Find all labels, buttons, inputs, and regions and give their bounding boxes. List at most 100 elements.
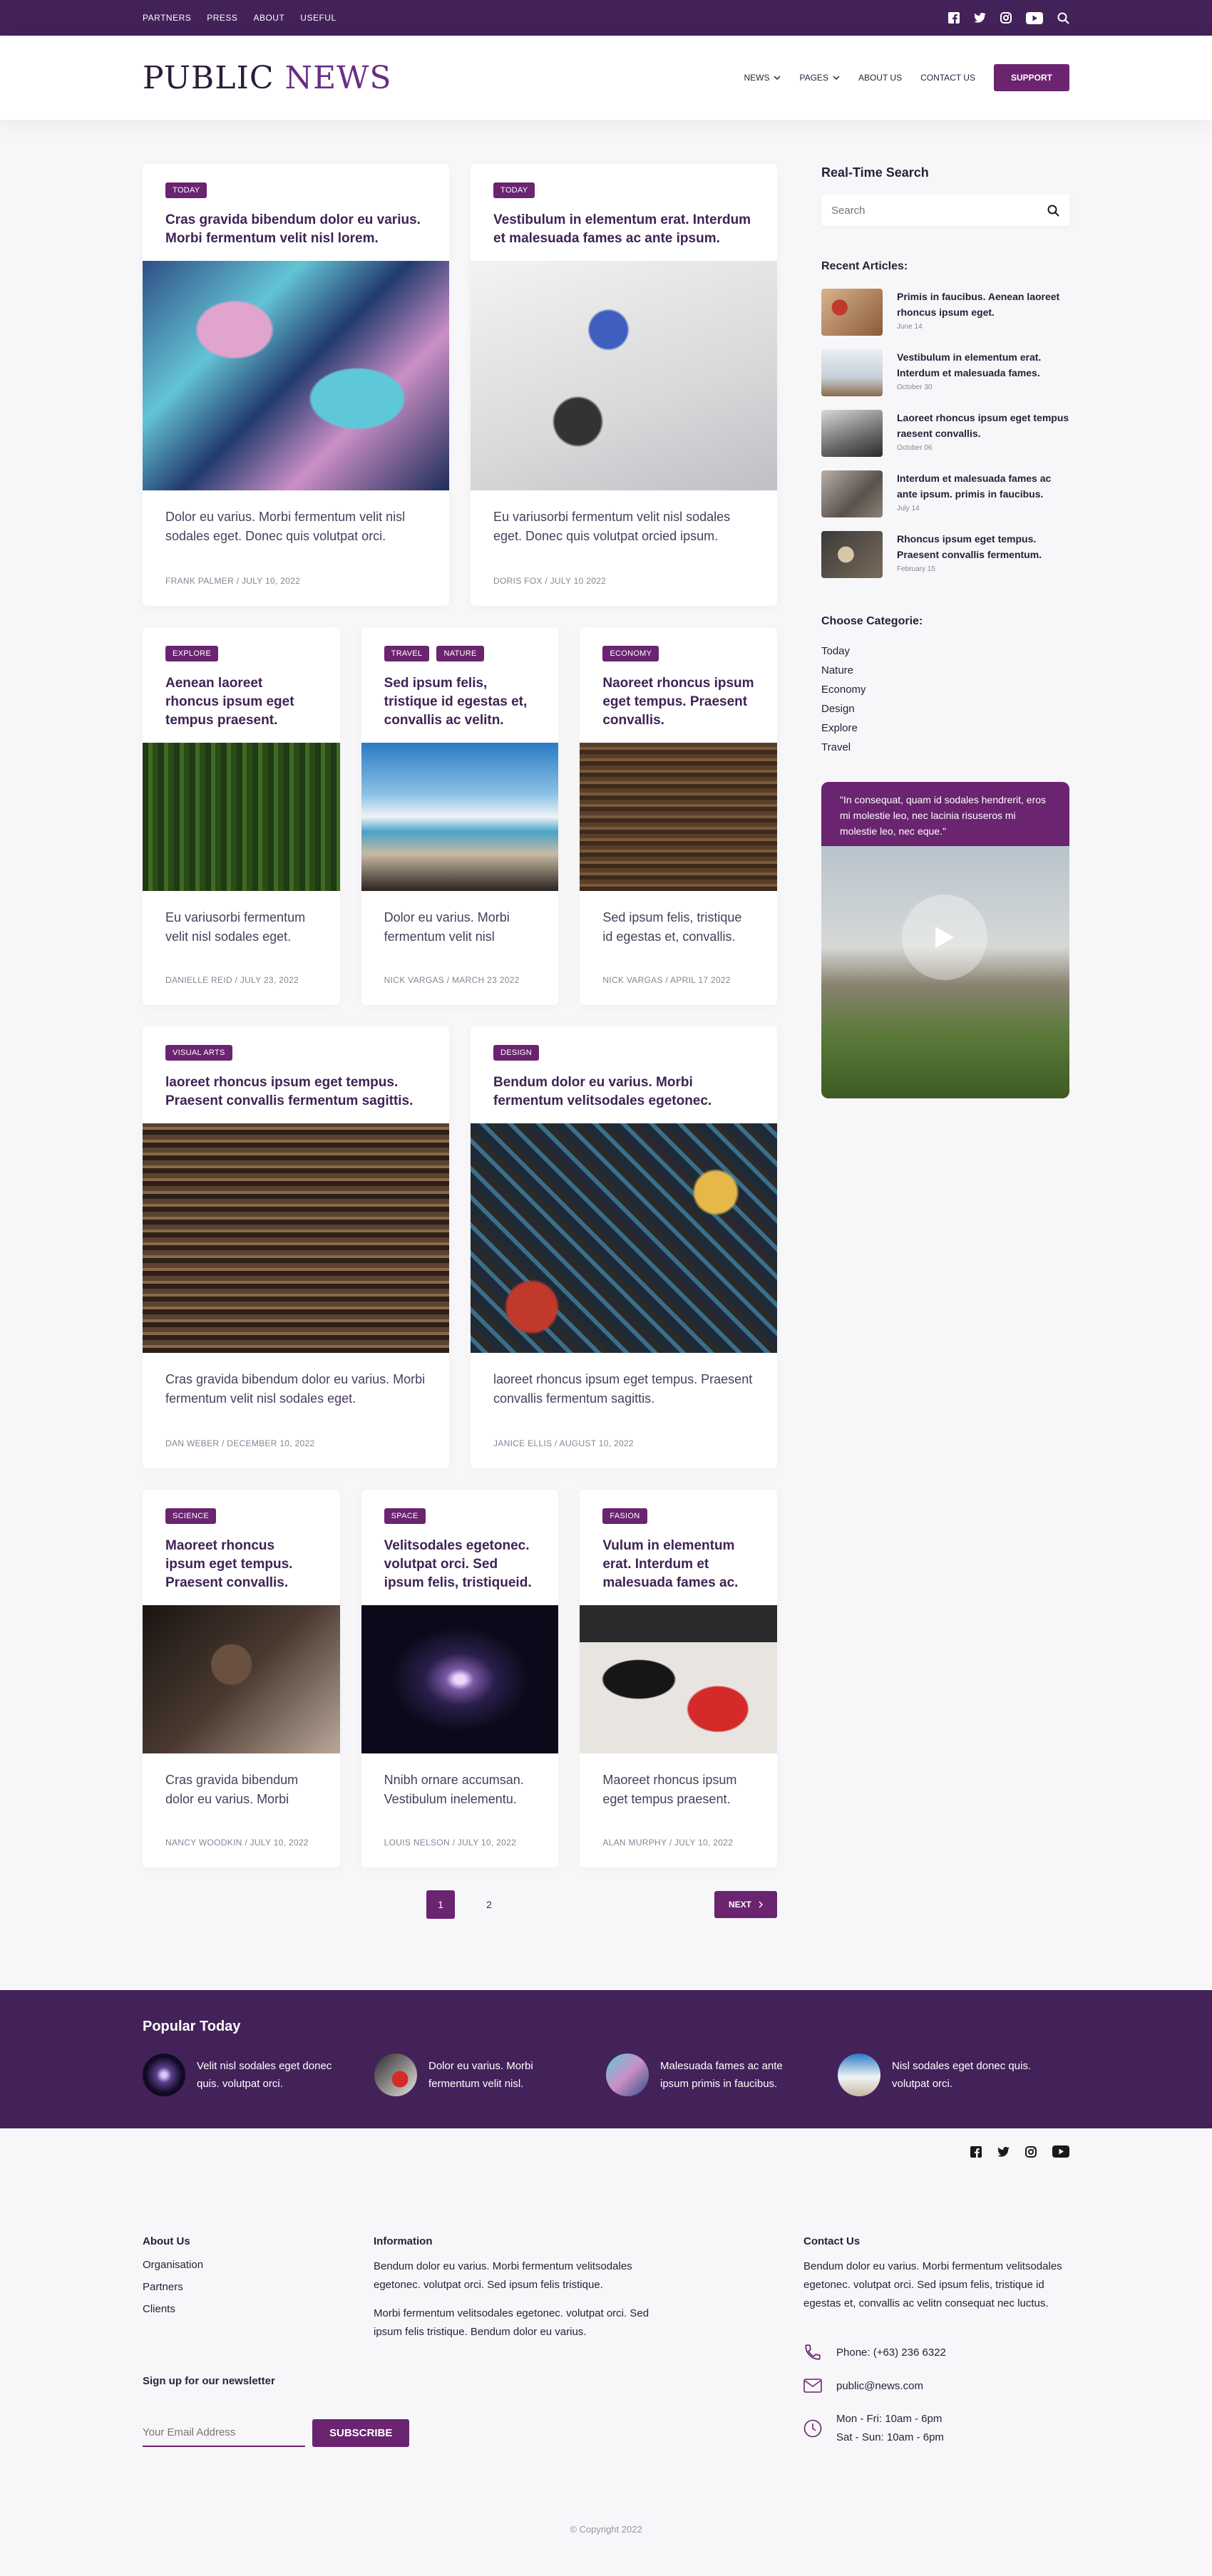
twitter-icon[interactable] [997,2145,1010,2158]
popular-thumbnail[interactable] [143,2054,185,2096]
nav-item-about-us[interactable]: ABOUT US [858,73,902,83]
article-title[interactable]: Naoreet rhoncus ipsum eget tempus. Praes… [602,674,754,743]
newsletter-email-input[interactable] [143,2418,305,2447]
category-link[interactable]: Economy [821,684,1069,696]
article-card[interactable]: VISUAL ARTS laoreet rhoncus ipsum eget t… [143,1026,449,1468]
popular-item[interactable]: Malesuada fames ac ante ipsum primis in … [606,2054,838,2096]
nav-item-pages[interactable]: PAGES [799,73,840,83]
email-text[interactable]: public@news.com [836,2380,923,2392]
facebook-icon[interactable] [970,2145,982,2158]
popular-item[interactable]: Velit nisl sodales eget donec quis. volu… [143,2054,374,2096]
article-image[interactable] [361,1605,559,1753]
article-card[interactable]: EXPLORE Aenean laoreet rhoncus ipsum ege… [143,627,340,1005]
site-logo[interactable]: PUBLIC NEWS [143,60,392,96]
recent-article[interactable]: Vestibulum in elementum erat. Interdum e… [821,349,1069,396]
category-link[interactable]: Today [821,645,1069,657]
popular-thumbnail[interactable] [606,2054,649,2096]
category-tag[interactable]: SCIENCE [165,1508,216,1524]
article-card[interactable]: DESIGN Bendum dolor eu varius. Morbi fer… [471,1026,777,1468]
recent-thumbnail[interactable] [821,531,883,578]
article-image[interactable] [471,1123,777,1353]
popular-item-text[interactable]: Nisl sodales eget donec quis. volutpat o… [892,2057,1034,2093]
recent-title[interactable]: Vestibulum in elementum erat. Interdum e… [897,349,1069,381]
article-card[interactable]: TODAY Cras gravida bibendum dolor eu var… [143,164,449,606]
nav-item-contact-us[interactable]: CONTACT US [920,73,975,83]
article-title[interactable]: laoreet rhoncus ipsum eget tempus. Praes… [165,1073,426,1123]
popular-thumbnail[interactable] [838,2054,880,2096]
category-link[interactable]: Travel [821,741,1069,753]
article-card[interactable]: ECONOMY Naoreet rhoncus ipsum eget tempu… [580,627,778,1005]
recent-title[interactable]: Interdum et malesuada fames ac ante ipsu… [897,470,1069,502]
article-title[interactable]: Cras gravida bibendum dolor eu varius. M… [165,211,426,261]
search-icon[interactable] [1057,12,1069,24]
recent-thumbnail[interactable] [821,410,883,457]
top-link-useful[interactable]: USEFUL [300,13,336,23]
category-link[interactable]: Nature [821,664,1069,676]
category-tag[interactable]: TRAVEL [384,646,430,661]
popular-item[interactable]: Dolor eu varius. Morbi fermentum velit n… [374,2054,606,2096]
recent-article[interactable]: Interdum et malesuada fames ac ante ipsu… [821,470,1069,517]
article-image[interactable] [143,1123,449,1353]
recent-thumbnail[interactable] [821,289,883,336]
article-image[interactable] [143,1605,340,1753]
article-title[interactable]: Maoreet rhoncus ipsum eget tempus. Praes… [165,1537,317,1605]
article-image[interactable] [361,743,559,891]
facebook-icon[interactable] [948,12,960,24]
youtube-icon[interactable] [1026,11,1043,24]
twitter-icon[interactable] [974,13,986,23]
article-title[interactable]: Vulum in elementum erat. Interdum et mal… [602,1537,754,1605]
category-tag[interactable]: TODAY [165,182,207,198]
article-card[interactable]: SCIENCE Maoreet rhoncus ipsum eget tempu… [143,1490,340,1867]
footer-link-partners[interactable]: Partners [143,2281,203,2293]
recent-article[interactable]: Primis in faucibus. Aenean laoreet rhonc… [821,289,1069,336]
recent-title[interactable]: Rhoncus ipsum eget tempus. Praesent conv… [897,531,1069,562]
article-title[interactable]: Bendum dolor eu varius. Morbi fermentum … [493,1073,754,1123]
instagram-icon[interactable] [1025,2145,1037,2158]
article-card[interactable]: TRAVEL NATURE Sed ipsum felis, tristique … [361,627,559,1005]
popular-item-text[interactable]: Velit nisl sodales eget donec quis. volu… [197,2057,339,2093]
category-tag[interactable]: ECONOMY [602,646,659,661]
category-tag[interactable]: DESIGN [493,1045,539,1061]
search-icon[interactable] [1047,205,1059,217]
article-card[interactable]: SPACE Velitsodales egetonec. volutpat or… [361,1490,559,1867]
article-card[interactable]: FASION Vulum in elementum erat. Interdum… [580,1490,778,1867]
nav-item-news[interactable]: NEWS [744,73,781,83]
popular-item-text[interactable]: Dolor eu varius. Morbi fermentum velit n… [428,2057,571,2093]
recent-article[interactable]: Laoreet rhoncus ipsum eget tempus raesen… [821,410,1069,457]
recent-article[interactable]: Rhoncus ipsum eget tempus. Praesent conv… [821,531,1069,578]
category-tag[interactable]: SPACE [384,1508,426,1524]
video-thumbnail[interactable] [821,846,1069,1098]
next-page-button[interactable]: NEXT [714,1891,777,1918]
category-tag[interactable]: VISUAL ARTS [165,1045,232,1061]
youtube-icon[interactable] [1052,2145,1069,2158]
support-button[interactable]: SUPPORT [993,64,1069,91]
page-1-button[interactable]: 1 [426,1890,455,1919]
footer-link-clients[interactable]: Clients [143,2303,203,2315]
recent-title[interactable]: Primis in faucibus. Aenean laoreet rhonc… [897,289,1069,320]
popular-item-text[interactable]: Malesuada fames ac ante ipsum primis in … [660,2057,803,2093]
phone-text[interactable]: Phone: (+63) 236 6322 [836,2346,946,2359]
article-title[interactable]: Velitsodales egetonec. volutpat orci. Se… [384,1537,536,1605]
article-image[interactable] [580,743,778,891]
page-2-button[interactable]: 2 [475,1890,503,1919]
popular-item[interactable]: Nisl sodales eget donec quis. volutpat o… [838,2054,1069,2096]
category-link[interactable]: Design [821,703,1069,715]
article-title[interactable]: Aenean laoreet rhoncus ipsum eget tempus… [165,674,317,743]
search-input[interactable] [831,204,1024,217]
subscribe-button[interactable]: SUBSCRIBE [312,2418,410,2447]
article-image[interactable] [143,261,449,490]
top-link-partners[interactable]: PARTNERS [143,13,191,23]
play-button[interactable] [902,895,987,980]
article-image[interactable] [471,261,777,490]
popular-thumbnail[interactable] [374,2054,417,2096]
category-tag[interactable]: NATURE [436,646,484,661]
instagram-icon[interactable] [1000,12,1012,24]
article-image[interactable] [143,743,340,891]
recent-thumbnail[interactable] [821,470,883,517]
category-link[interactable]: Explore [821,722,1069,734]
recent-thumbnail[interactable] [821,349,883,396]
category-tag[interactable]: EXPLORE [165,646,219,661]
recent-title[interactable]: Laoreet rhoncus ipsum eget tempus raesen… [897,410,1069,441]
article-title[interactable]: Sed ipsum felis, tristique id egestas et… [384,674,536,743]
article-image[interactable] [580,1605,778,1753]
